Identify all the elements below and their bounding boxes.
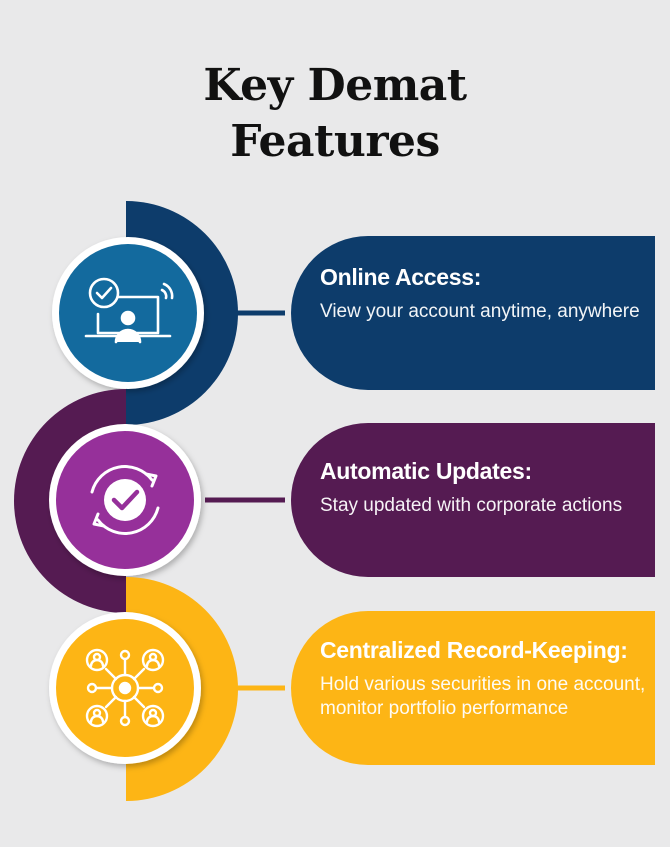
feature-2-title: Automatic Updates: (320, 458, 532, 484)
feature-3-text: Centralized Record-Keeping: Hold various… (320, 635, 650, 721)
feature-1-title: Online Access: (320, 264, 482, 290)
feature-2-description: Stay updated with corporate actions (320, 495, 623, 516)
feature-2-text: Automatic Updates: Stay updated with cor… (320, 456, 650, 518)
feature-1-text: Online Access: View your account anytime… (320, 262, 650, 324)
feature-3-title: Centralized Record-Keeping: (320, 637, 628, 663)
feature-1-description: View your account anytime, anywhere (320, 301, 640, 322)
feature-3-description: Hold various securities in one account, … (320, 674, 646, 719)
